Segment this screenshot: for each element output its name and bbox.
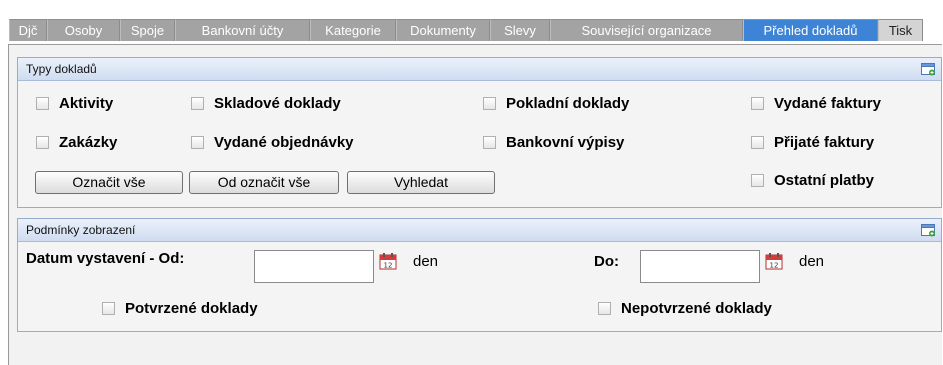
panel-expand-icon[interactable] (921, 223, 936, 237)
checkbox-box[interactable] (36, 97, 49, 110)
tab-slevy[interactable]: Slevy (490, 19, 550, 41)
checkbox-zakazky[interactable]: Zakázky (36, 134, 117, 151)
deselect-all-button[interactable]: Od označit vše (189, 171, 339, 194)
checkbox-label: Aktivity (59, 95, 114, 112)
checkbox-box[interactable] (36, 136, 49, 149)
checkbox-label: Zakázky (59, 134, 118, 151)
types-panel-header: Typy dokladů (18, 58, 941, 81)
checkbox-box[interactable] (751, 174, 764, 187)
tab-djc[interactable]: Djč (9, 19, 47, 41)
search-button[interactable]: Vyhledat (347, 171, 495, 194)
tab-spoje[interactable]: Spoje (120, 19, 175, 41)
checkbox-bankovni-vypisy[interactable]: Bankovní výpisy (483, 134, 624, 151)
tab-kategorie[interactable]: Kategorie (310, 19, 396, 41)
checkbox-box[interactable] (751, 97, 764, 110)
tab-souvisejici-organizace[interactable]: Související organizace (550, 19, 743, 41)
checkbox-pokladni-doklady[interactable]: Pokladní doklady (483, 95, 629, 112)
checkbox-label: Nepotvrzené doklady (621, 300, 772, 317)
checkbox-label: Vydané faktury (774, 95, 881, 112)
conditions-panel-title: Podmínky zobrazení (26, 223, 136, 237)
types-panel: Typy dokladů Aktivity Skladové doklady P… (17, 57, 942, 208)
checkbox-label: Pokladní doklady (506, 95, 630, 112)
date-to-unit: den (799, 253, 825, 270)
checkbox-skladove-doklady[interactable]: Skladové doklady (191, 95, 341, 112)
checkbox-label: Ostatní platby (774, 172, 875, 189)
tab-prehled-dokladu[interactable]: Přehled dokladů (743, 19, 878, 41)
date-from-label: Datum vystavení - Od: (26, 250, 185, 267)
tab-bar: Djč Osoby Spoje Bankovní účty Kategorie … (0, 0, 943, 44)
checkbox-vydane-faktury[interactable]: Vydané faktury (751, 95, 881, 112)
checkbox-label: Skladové doklady (214, 95, 341, 112)
tab-osoby[interactable]: Osoby (47, 19, 120, 41)
checkbox-label: Přijaté faktury (774, 134, 875, 151)
checkbox-box[interactable] (191, 136, 204, 149)
checkbox-box[interactable] (191, 97, 204, 110)
checkbox-nepotvrzene-doklady[interactable]: Nepotvrzené doklady (598, 300, 772, 317)
date-from-unit: den (413, 253, 439, 270)
checkbox-box[interactable] (483, 136, 496, 149)
tab-content: Typy dokladů Aktivity Skladové doklady P… (8, 44, 942, 365)
checkbox-potvrzene-doklady[interactable]: Potvrzené doklady (102, 300, 258, 317)
checkbox-label: Vydané objednávky (214, 134, 354, 151)
checkbox-aktivity[interactable]: Aktivity (36, 95, 113, 112)
tab-tisk[interactable]: Tisk (878, 19, 923, 41)
conditions-panel: Podmínky zobrazení Datum vystavení - Od:… (17, 218, 942, 332)
checkbox-box[interactable] (598, 302, 611, 315)
checkbox-label: Bankovní výpisy (506, 134, 625, 151)
checkbox-vydane-objednavky[interactable]: Vydané objednávky (191, 134, 354, 151)
select-all-button[interactable]: Označit vše (35, 171, 183, 194)
tab-bankovni-ucty[interactable]: Bankovní účty (175, 19, 310, 41)
date-to-label: Do: (594, 253, 619, 270)
calendar-icon[interactable]: 12 (379, 252, 397, 270)
tab-dokumenty[interactable]: Dokumenty (396, 19, 490, 41)
date-to-input[interactable] (640, 250, 760, 283)
checkbox-box[interactable] (483, 97, 496, 110)
checkbox-box[interactable] (102, 302, 115, 315)
checkbox-prijate-faktury[interactable]: Přijaté faktury (751, 134, 874, 151)
svg-text:12: 12 (770, 262, 779, 270)
panel-expand-icon[interactable] (921, 62, 936, 76)
date-from-input[interactable] (254, 250, 374, 283)
types-panel-title: Typy dokladů (26, 62, 97, 76)
svg-text:12: 12 (384, 262, 393, 270)
checkbox-label: Potvrzené doklady (125, 300, 258, 317)
conditions-panel-header: Podmínky zobrazení (18, 219, 941, 242)
calendar-icon[interactable]: 12 (765, 252, 783, 270)
checkbox-box[interactable] (751, 136, 764, 149)
checkbox-ostatni-platby[interactable]: Ostatní platby (751, 172, 874, 189)
